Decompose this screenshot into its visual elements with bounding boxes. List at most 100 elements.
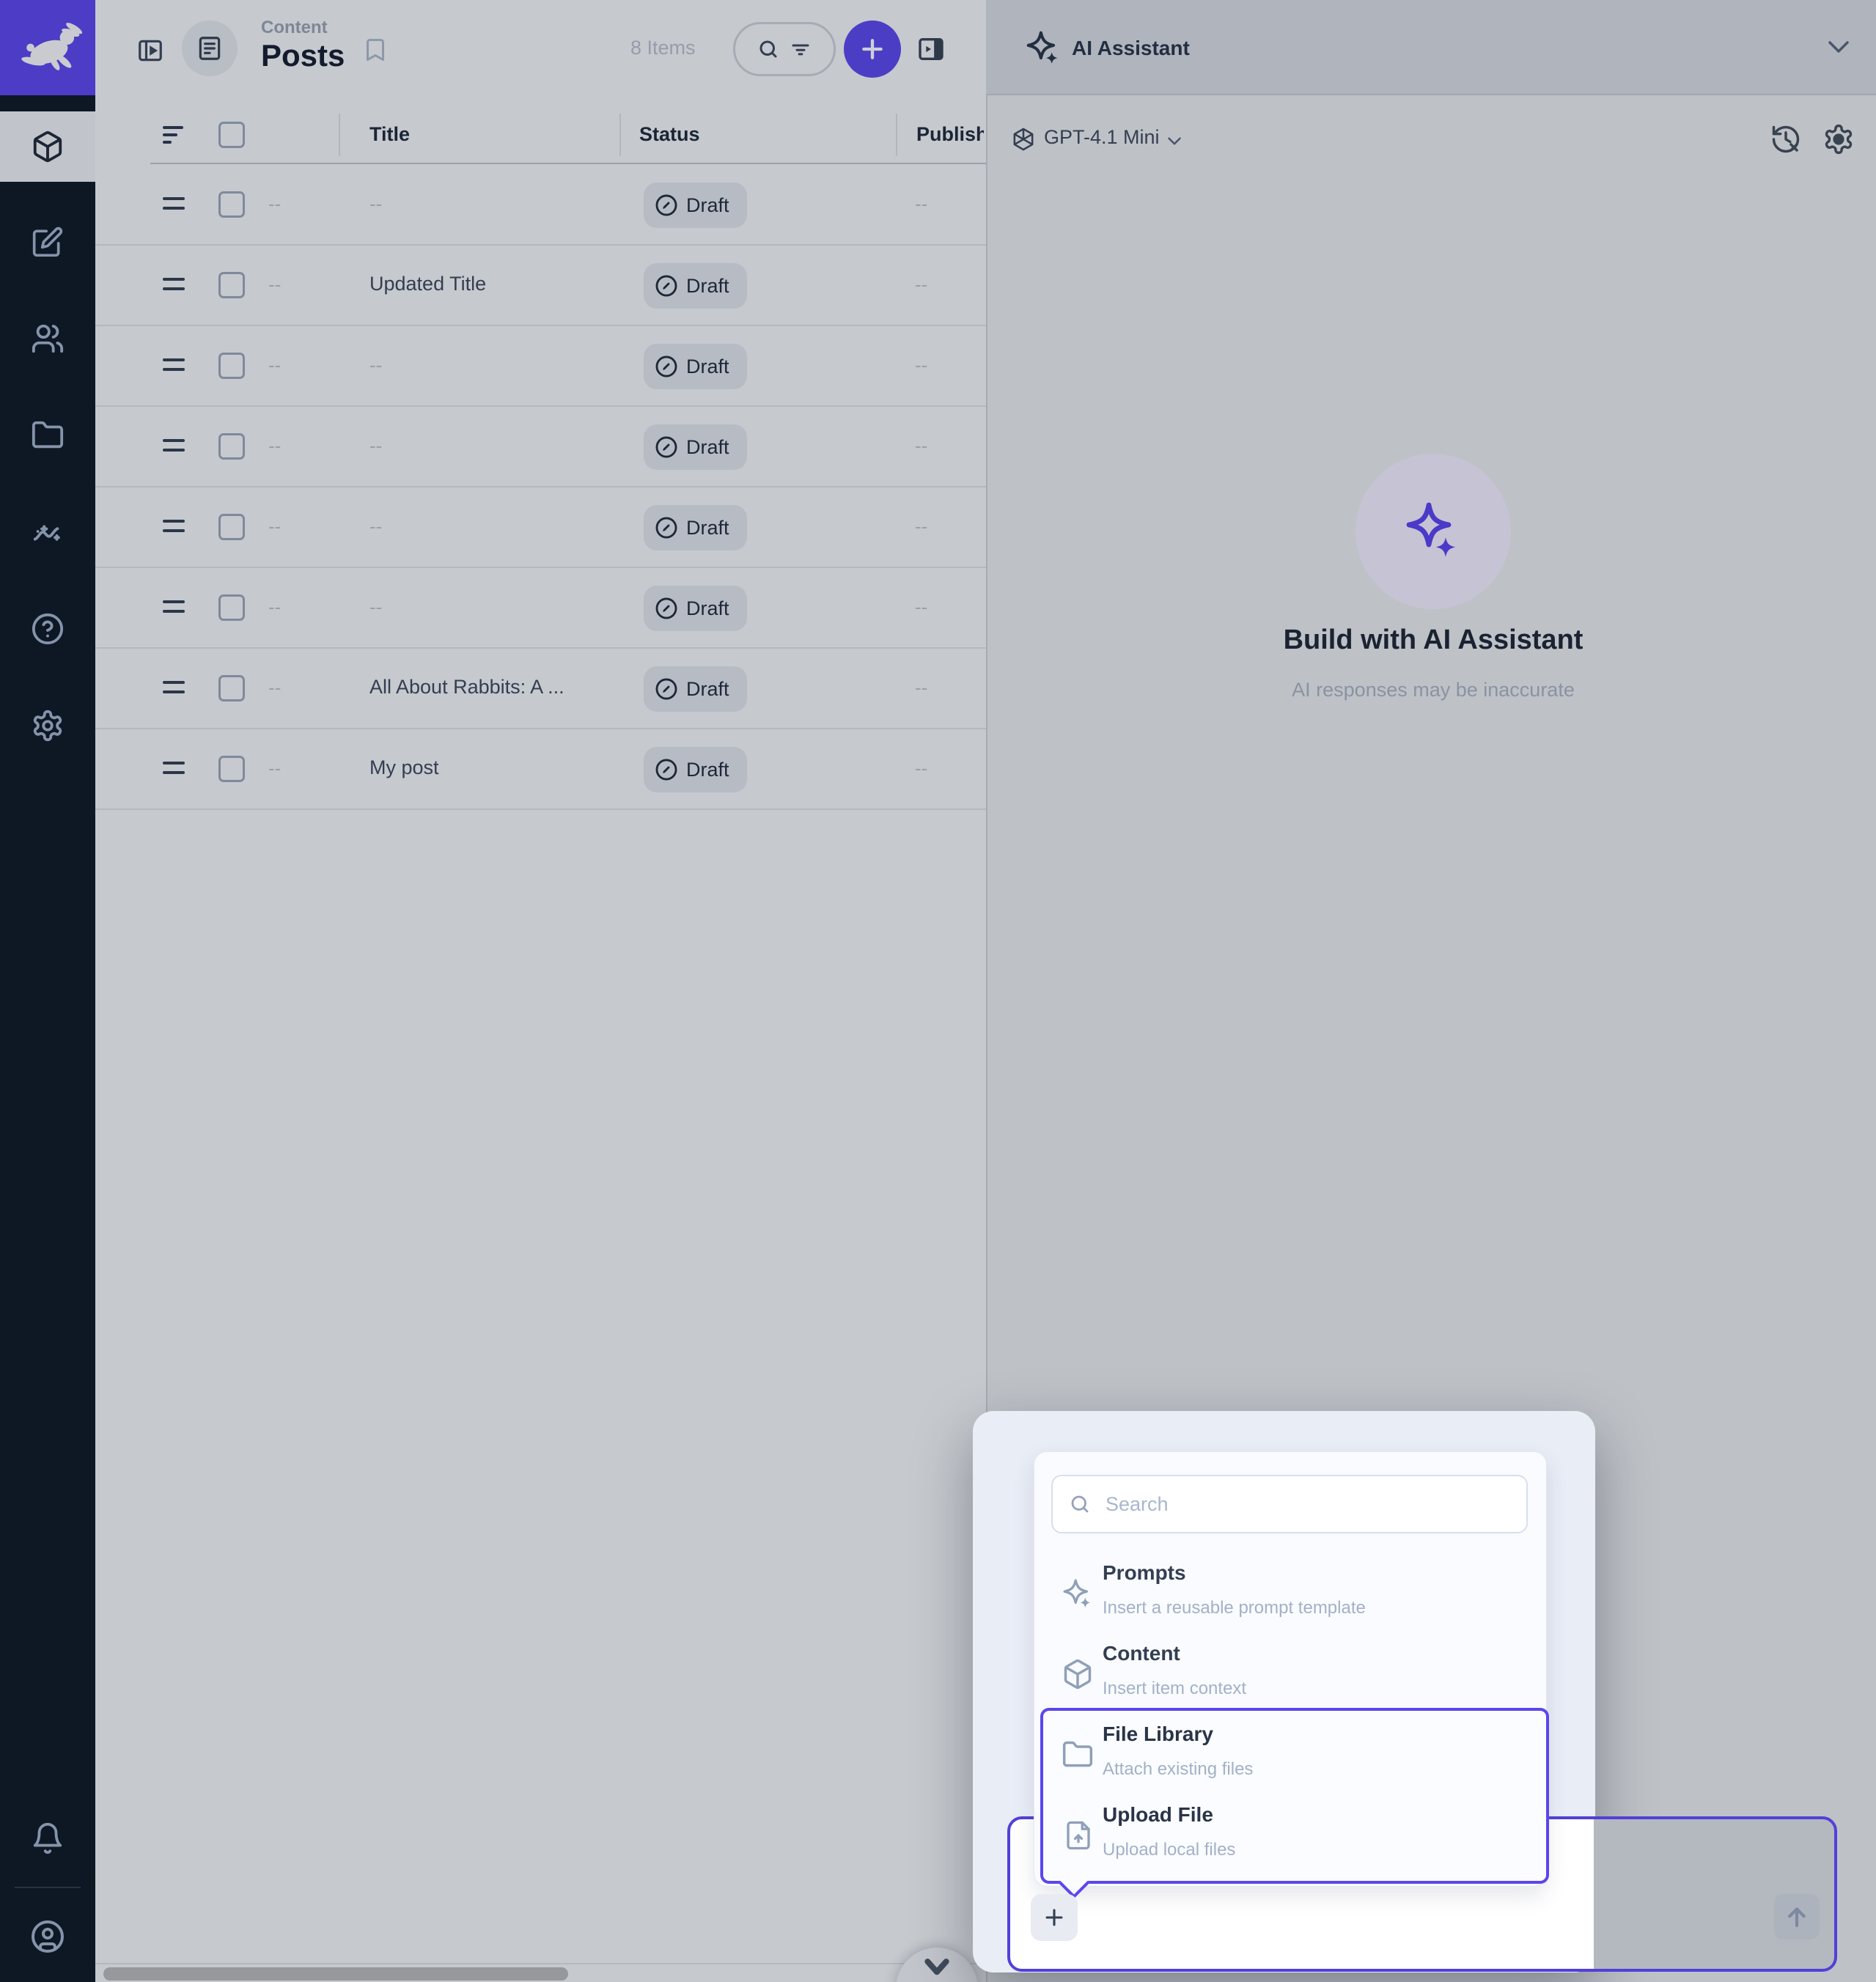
ai-hero-subtitle: AI responses may be inaccurate [1133, 679, 1734, 701]
status-label: Draft [686, 759, 729, 781]
sidebar-item-users[interactable] [0, 303, 95, 374]
row-checkbox[interactable] [218, 433, 245, 460]
panel-left-toggle[interactable] [136, 37, 164, 65]
column-header-title[interactable]: Title [369, 123, 410, 146]
menu-item-prompts[interactable]: Prompts [1103, 1561, 1186, 1585]
status-badge: Draft [644, 666, 747, 712]
menu-item-content[interactable]: Content [1103, 1642, 1180, 1665]
column-header-status[interactable]: Status [639, 123, 700, 146]
status-label: Draft [686, 355, 729, 378]
search-filter-button[interactable] [733, 22, 836, 76]
row-checkbox[interactable] [218, 594, 245, 621]
drag-handle-icon[interactable] [163, 762, 185, 774]
row-title[interactable]: Updated Title [369, 273, 486, 295]
row-checkbox[interactable] [218, 353, 245, 379]
menu-item-upload-file[interactable]: Upload File [1103, 1803, 1213, 1827]
draft-icon [654, 677, 679, 701]
row-title-dash: -- [369, 354, 382, 377]
row-checkbox[interactable] [218, 675, 245, 701]
row-checkbox[interactable] [218, 756, 245, 782]
table-row[interactable]: -- -- Draft -- [95, 568, 986, 649]
row-title[interactable]: My post [369, 756, 439, 779]
sidebar-item-content[interactable] [0, 111, 95, 182]
search-icon [757, 38, 779, 60]
row-checkbox[interactable] [218, 191, 245, 218]
menu-item-file-library[interactable]: File Library [1103, 1723, 1213, 1746]
row-checkbox[interactable] [218, 272, 245, 298]
sidebar-item-account[interactable] [0, 1901, 95, 1972]
file-upload-icon [1063, 1819, 1094, 1852]
status-badge: Draft [644, 747, 747, 792]
drag-handle-icon[interactable] [163, 600, 185, 613]
cube-icon [31, 130, 65, 163]
app-logo[interactable] [0, 0, 95, 95]
panel-right-icon [916, 34, 946, 64]
drag-handle-icon[interactable] [163, 520, 185, 532]
table-row[interactable]: -- -- Draft -- [95, 407, 986, 487]
horizontal-scrollbar[interactable] [103, 1967, 568, 1981]
sidebar-item-notifications[interactable] [0, 1803, 95, 1874]
drag-handle-icon[interactable] [163, 278, 185, 290]
table-row[interactable]: -- All About Rabbits: A ... Draft -- [95, 649, 986, 729]
table-bottom-border [95, 1963, 986, 1964]
menu-item-prompts-subtitle: Insert a reusable prompt template [1103, 1598, 1366, 1618]
drag-handle-icon[interactable] [163, 681, 185, 693]
breadcrumb-group-label: Content [261, 18, 328, 38]
row-id-dash: -- [268, 435, 281, 457]
row-id-dash: -- [268, 515, 281, 538]
column-header-published[interactable]: Publish [916, 123, 984, 146]
row-title-dash: -- [369, 435, 382, 457]
panel-right-toggle[interactable] [916, 34, 946, 64]
table-row[interactable]: -- -- Draft -- [95, 487, 986, 568]
draft-icon [654, 757, 679, 782]
table-row[interactable]: -- My post Draft -- [95, 729, 986, 810]
bookmark-button[interactable] [362, 35, 389, 65]
row-id-dash: -- [268, 273, 281, 296]
search-input[interactable] [1104, 1492, 1510, 1517]
collection-icon-button[interactable] [182, 21, 238, 76]
ai-hero-title: Build with AI Assistant [1133, 625, 1734, 656]
column-divider [896, 114, 897, 156]
popup-search[interactable] [1051, 1475, 1528, 1533]
drag-handle-icon[interactable] [163, 197, 185, 210]
folder-icon [31, 419, 65, 452]
drag-handle-icon[interactable] [163, 358, 185, 371]
drag-handle-icon[interactable] [163, 439, 185, 452]
sidebar-item-settings[interactable] [0, 690, 95, 761]
openai-icon [1010, 126, 1037, 152]
scroll-down-button[interactable] [896, 1948, 978, 1982]
insights-icon [31, 515, 65, 549]
status-label: Draft [686, 597, 729, 620]
attach-button[interactable] [1031, 1894, 1078, 1941]
ai-hero-bubble [1355, 454, 1511, 609]
row-title[interactable]: All About Rabbits: A ... [369, 676, 564, 699]
send-button[interactable] [1774, 1894, 1820, 1939]
row-published-dash: -- [915, 515, 927, 538]
status-badge: Draft [644, 183, 747, 228]
create-new-button[interactable] [844, 21, 901, 78]
sparkles-icon [1398, 496, 1468, 567]
sidebar-item-files[interactable] [0, 400, 95, 471]
column-divider [339, 114, 340, 156]
cube-icon [1062, 1658, 1094, 1690]
jackrabbit-logo-icon [12, 18, 84, 78]
account-icon [30, 1919, 65, 1954]
select-all-checkbox[interactable] [218, 122, 245, 148]
row-published-dash: -- [915, 354, 927, 377]
table-row[interactable]: -- -- Draft -- [95, 165, 986, 246]
row-title-dash: -- [369, 193, 382, 215]
row-checkbox[interactable] [218, 514, 245, 540]
ai-panel-title: AI Assistant [1072, 37, 1190, 60]
help-icon [31, 612, 65, 646]
table-row[interactable]: -- Updated Title Draft -- [95, 246, 986, 326]
sidebar-item-insights[interactable] [0, 497, 95, 567]
sort-icon[interactable] [163, 126, 183, 144]
sidebar-item-edit[interactable] [0, 207, 95, 277]
table-row[interactable]: -- -- Draft -- [95, 326, 986, 407]
ai-settings-button[interactable] [1822, 123, 1855, 155]
sidebar-item-help[interactable] [0, 594, 95, 664]
model-label[interactable]: GPT-4.1 Mini [1044, 126, 1160, 149]
clear-history-button[interactable] [1770, 123, 1802, 155]
ai-panel-collapse[interactable] [1827, 40, 1850, 54]
status-badge: Draft [644, 505, 747, 550]
